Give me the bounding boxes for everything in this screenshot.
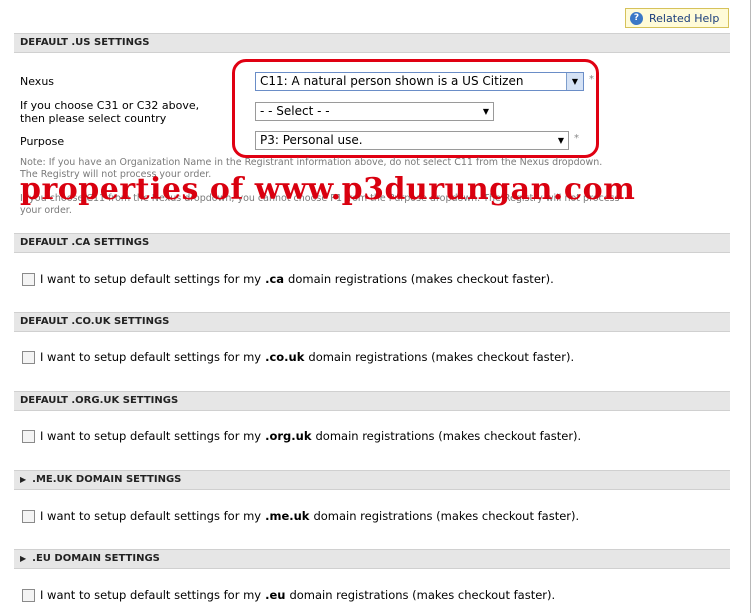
annotation-highlight [232,59,599,158]
checkbox-label: I want to setup default settings for my [40,429,262,443]
org-uk-setup-row: I want to setup default settings for my … [22,429,581,443]
section-title-co-uk: DEFAULT .CO.UK SETTINGS [20,316,170,327]
country-label-line1: If you choose C31 or C32 above, [20,99,200,112]
watermark: properties of www.p3durungan.com [20,172,636,207]
checkbox-label: domain registrations (makes checkout fas… [313,509,580,523]
org-uk-setup-checkbox[interactable] [22,429,35,443]
me-uk-setup-checkbox[interactable] [22,509,35,523]
section-header-us: DEFAULT .US SETTINGS [14,33,730,53]
section-header-org-uk: DEFAULT .ORG.UK SETTINGS [14,391,730,411]
expand-arrow-icon[interactable]: ▶ [20,554,26,563]
checkbox-label: domain registrations (makes checkout fas… [315,429,582,443]
checkbox-label: I want to setup default settings for my [40,272,262,286]
section-title-ca: DEFAULT .CA SETTINGS [20,237,150,248]
help-icon: ? [630,11,643,25]
tld-label: .org.uk [265,429,312,443]
ca-setup-checkbox[interactable] [22,272,35,286]
related-help-label: Related Help [649,11,720,25]
eu-setup-checkbox[interactable] [22,588,35,602]
ca-setup-row: I want to setup default settings for my … [22,272,554,286]
section-title-us: DEFAULT .US SETTINGS [20,37,150,48]
checkbox-label: I want to setup default settings for my [40,588,262,602]
section-header-me-uk[interactable]: ▶ .ME.UK DOMAIN SETTINGS [14,470,730,490]
nexus-label: Nexus [20,75,55,88]
section-header-eu[interactable]: ▶ .EU DOMAIN SETTINGS [14,549,730,569]
section-title-org-uk: DEFAULT .ORG.UK SETTINGS [20,395,179,406]
tld-label: .co.uk [265,350,305,364]
tld-label: .me.uk [265,509,310,523]
co-uk-setup-row: I want to setup default settings for my … [22,350,574,364]
checkbox-label: I want to setup default settings for my [40,509,262,523]
section-header-ca: DEFAULT .CA SETTINGS [14,233,730,253]
section-title-eu: .EU DOMAIN SETTINGS [32,553,160,564]
note-line: Note: If you have an Organization Name i… [20,157,603,168]
tld-label: .ca [265,272,285,286]
section-header-co-uk: DEFAULT .CO.UK SETTINGS [14,312,730,332]
checkbox-label: domain registrations (makes checkout fas… [308,350,575,364]
checkbox-label: I want to setup default settings for my [40,350,262,364]
eu-setup-row: I want to setup default settings for my … [22,588,555,602]
purpose-label: Purpose [20,135,65,148]
checkbox-label: domain registrations (makes checkout fas… [288,272,554,286]
me-uk-setup-row: I want to setup default settings for my … [22,509,579,523]
co-uk-setup-checkbox[interactable] [22,350,35,364]
related-help-link[interactable]: ? Related Help [625,8,729,28]
section-title-me-uk: .ME.UK DOMAIN SETTINGS [32,474,182,485]
expand-arrow-icon[interactable]: ▶ [20,475,26,484]
country-label-line2: then please select country [20,112,167,125]
tld-label: .eu [265,588,286,602]
checkbox-label: domain registrations (makes checkout fas… [289,588,556,602]
